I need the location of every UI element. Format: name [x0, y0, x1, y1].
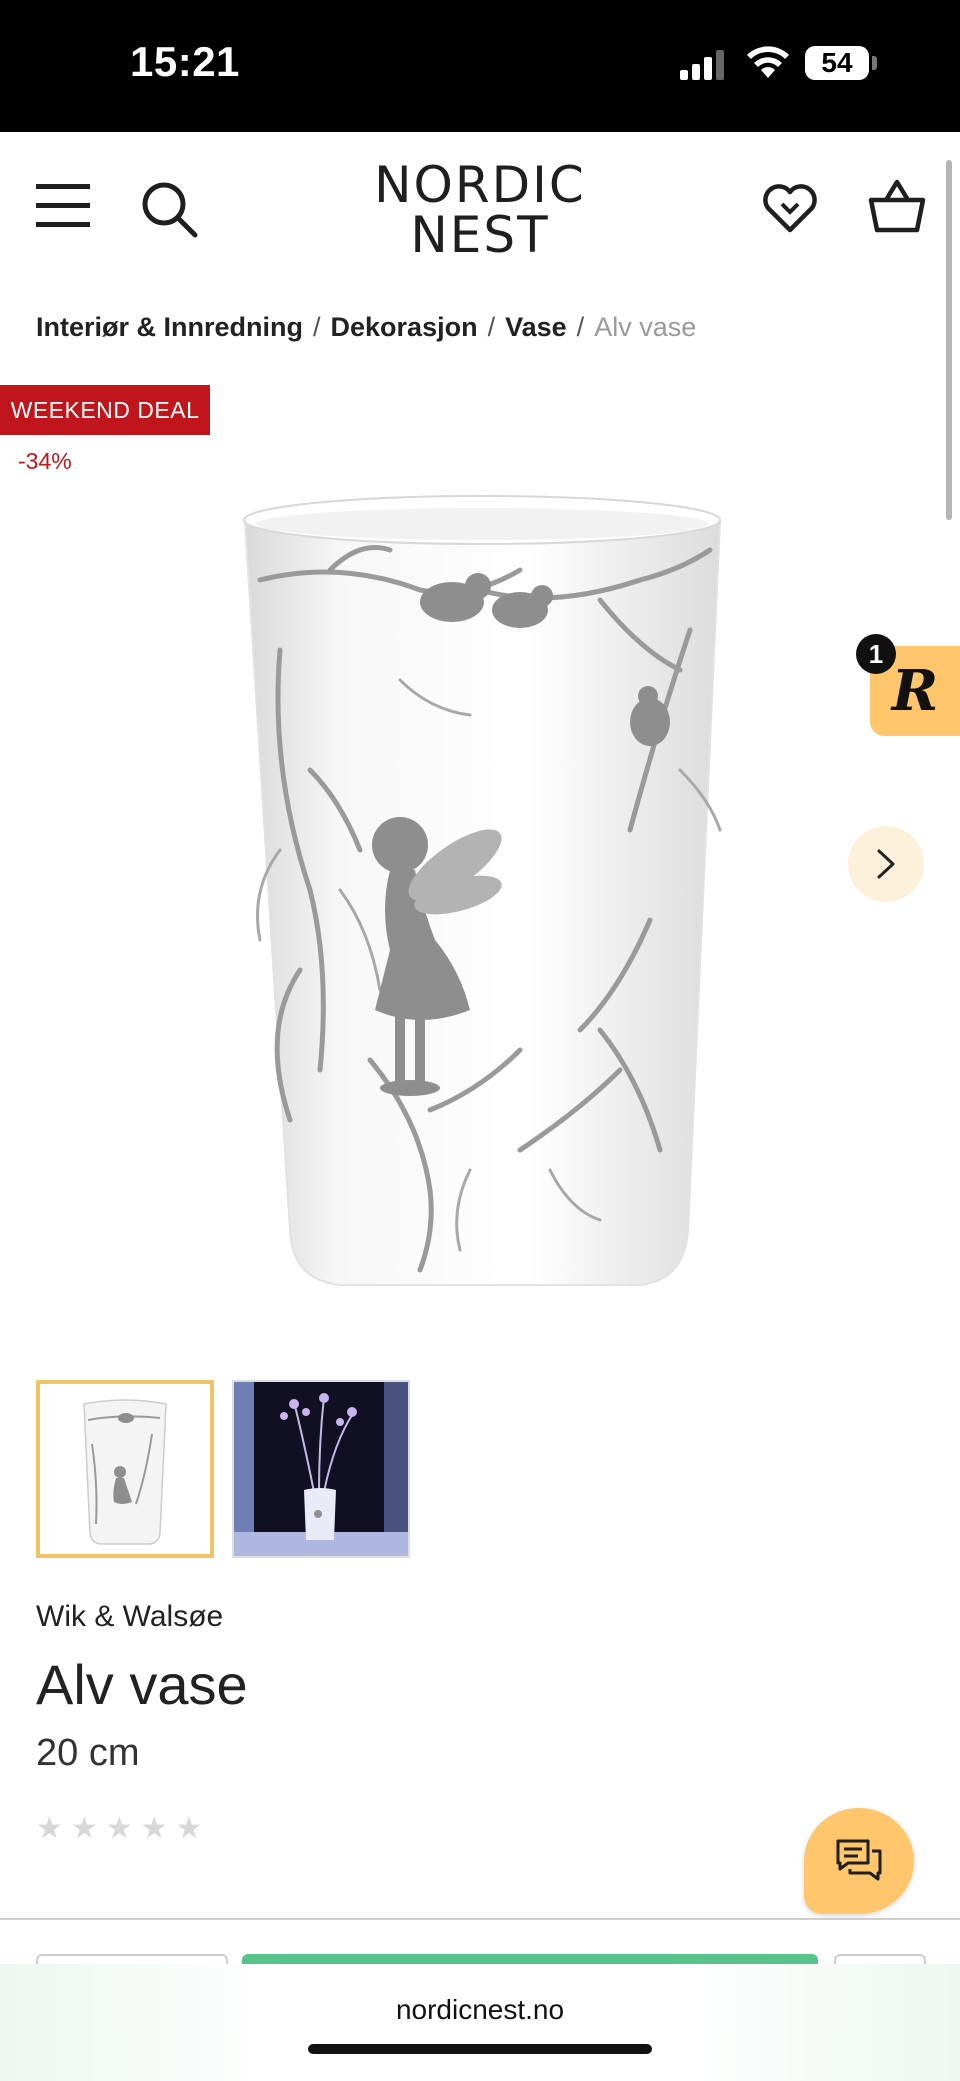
chat-icon [836, 1839, 882, 1881]
product-image[interactable] [220, 470, 740, 1300]
site-header: NORDIC NEST [0, 132, 960, 292]
breadcrumb-current: Alv vase [594, 312, 697, 342]
rewards-logo: R [891, 658, 939, 724]
sticky-bar-divider [0, 1918, 960, 1920]
chevron-right-icon [877, 849, 895, 879]
breadcrumb-separator: / [487, 312, 496, 342]
rewards-count-badge: 1 [856, 634, 896, 674]
product-size: 20 cm [36, 1732, 140, 1774]
star-icon: ★ [70, 1812, 98, 1845]
status-bar: 15:21 54 [0, 0, 960, 132]
breadcrumb-item-decoration[interactable]: Dekorasjon [331, 312, 478, 342]
weekend-deal-badge: WEEKEND DEAL [0, 385, 210, 435]
home-indicator[interactable] [308, 2044, 652, 2054]
discount-label: -34% [18, 448, 72, 474]
breadcrumb-item-interior[interactable]: Interiør & Innredning [36, 312, 303, 342]
wifi-icon [747, 46, 789, 78]
product-title: Alv vase [36, 1653, 248, 1716]
basket-icon[interactable] [868, 178, 926, 234]
next-image-button[interactable] [848, 826, 924, 902]
menu-icon[interactable] [36, 182, 90, 230]
page-scrollbar[interactable] [946, 160, 952, 520]
breadcrumb: Interiør & Innredning / Dekorasjon / Vase / Al… [36, 312, 696, 343]
rating-stars[interactable]: ★ ★ ★ ★ ★ [36, 1814, 203, 1844]
search-icon[interactable] [140, 180, 198, 238]
breadcrumb-separator: / [313, 312, 321, 342]
site-logo[interactable]: NORDIC NEST [330, 160, 630, 260]
status-time: 15:21 [130, 38, 240, 85]
url-text[interactable]: nordicnest.no [0, 1994, 960, 2026]
chat-button[interactable] [804, 1808, 914, 1914]
thumbnail-vase-image [83, 1399, 167, 1545]
battery-indicator: 54 [805, 46, 869, 80]
breadcrumb-separator: / [576, 312, 585, 342]
logo-line-2: NEST [410, 206, 550, 264]
thumbnail-vase-scene[interactable] [232, 1380, 410, 1558]
browser-address-bar[interactable]: nordicnest.no [0, 1964, 960, 2081]
star-icon: ★ [36, 1812, 63, 1845]
battery-level: 54 [821, 47, 853, 78]
signal-icon [680, 50, 724, 80]
star-icon: ★ [175, 1812, 203, 1845]
logo-line-1: NORDIC [374, 156, 586, 214]
thumbnail-vase[interactable] [36, 1380, 214, 1558]
star-icon: ★ [105, 1812, 133, 1845]
heart-icon[interactable] [762, 182, 818, 234]
battery-cap [872, 56, 877, 70]
star-icon: ★ [140, 1812, 168, 1845]
breadcrumb-item-vase[interactable]: Vase [505, 312, 567, 342]
product-brand[interactable]: Wik & Walsøe [36, 1600, 223, 1634]
thumbnail-scene-image [234, 1382, 408, 1556]
